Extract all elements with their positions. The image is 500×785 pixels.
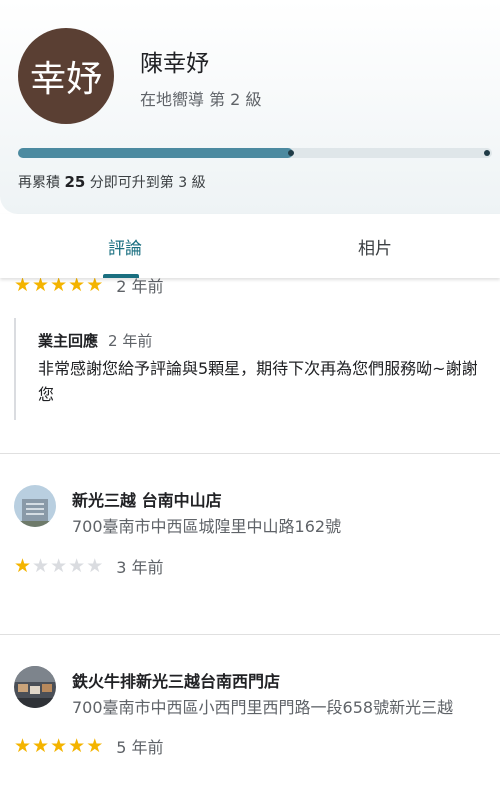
owner-reply-time: 2 年前 <box>108 332 153 350</box>
star-filled-icon: ★ <box>86 278 104 296</box>
review-time: 3 年前 <box>116 558 164 577</box>
review-time: 5 年前 <box>116 738 164 757</box>
owner-reply-header: 業主回應 2 年前 <box>38 330 152 351</box>
star-empty-icon: ★ <box>68 555 86 577</box>
divider <box>0 453 500 454</box>
review-rating: ★★★★★ 5 年前 <box>14 734 164 758</box>
owner-reply: 業主回應 2 年前 非常感謝您給予評論與5顆星，期待下次再為您們服務呦~謝謝您 <box>14 318 484 420</box>
review-time: 2 年前 <box>116 278 164 296</box>
review-rating: ★★★★★ 2 年前 <box>14 278 164 297</box>
place-thumbnail[interactable] <box>14 485 56 527</box>
tab-bar: 評論 相片 <box>0 214 500 278</box>
level-progress-fill <box>18 148 293 158</box>
progress-marker-end <box>484 150 490 156</box>
star-filled-icon: ★ <box>14 555 32 577</box>
tab-photos[interactable]: 相片 <box>250 214 500 278</box>
reviews-list[interactable]: ★★★★★ 2 年前 業主回應 2 年前 非常感謝您給予評論與5顆星，期待下次再為… <box>0 278 500 785</box>
place-address: 700臺南市中西區小西門里西門路一段658號新光三越 <box>72 698 454 717</box>
progress-note-suffix: 分即可升到第 3 級 <box>89 175 206 191</box>
divider <box>0 634 500 635</box>
star-rating: ★★★★★ <box>14 278 104 295</box>
star-rating: ★★★★★ <box>14 556 104 576</box>
star-empty-icon: ★ <box>50 555 68 577</box>
star-filled-icon: ★ <box>86 735 104 757</box>
star-rating: ★★★★★ <box>14 736 104 756</box>
review-rating: ★★★★★ 3 年前 <box>14 554 164 578</box>
progress-note-prefix: 再累積 <box>18 175 60 191</box>
star-empty-icon: ★ <box>32 555 50 577</box>
star-filled-icon: ★ <box>50 278 68 296</box>
place-name[interactable]: 鉄火牛排新光三越台南西門店 <box>72 668 280 692</box>
place-name[interactable]: 新光三越 台南中山店 <box>72 487 222 511</box>
star-filled-icon: ★ <box>32 278 50 296</box>
avatar[interactable]: 幸妤 <box>18 28 114 124</box>
level-progress-bar <box>18 148 492 158</box>
owner-reply-title: 業主回應 <box>38 332 99 350</box>
profile-name: 陳幸妤 <box>140 51 209 77</box>
star-filled-icon: ★ <box>50 735 68 757</box>
active-tab-indicator <box>103 274 139 278</box>
place-thumbnail[interactable] <box>14 666 56 708</box>
star-filled-icon: ★ <box>14 278 32 296</box>
progress-note: 再累積 25 分即可升到第 3 級 <box>18 172 206 192</box>
star-filled-icon: ★ <box>32 735 50 757</box>
profile-header: 幸妤 陳幸妤 在地嚮導 第 2 級 再累積 25 分即可升到第 3 級 <box>0 0 500 214</box>
guide-level[interactable]: 在地嚮導 第 2 級 <box>140 86 261 110</box>
progress-note-points: 25 <box>64 173 86 191</box>
star-filled-icon: ★ <box>68 278 86 296</box>
star-empty-icon: ★ <box>86 555 104 577</box>
star-filled-icon: ★ <box>14 735 32 757</box>
tab-reviews[interactable]: 評論 <box>0 214 250 278</box>
owner-reply-text: 非常感謝您給予評論與5顆星，期待下次再為您們服務呦~謝謝您 <box>38 359 478 404</box>
progress-marker-current <box>287 150 294 156</box>
place-address: 700臺南市中西區城隍里中山路162號 <box>72 517 342 536</box>
star-filled-icon: ★ <box>68 735 86 757</box>
